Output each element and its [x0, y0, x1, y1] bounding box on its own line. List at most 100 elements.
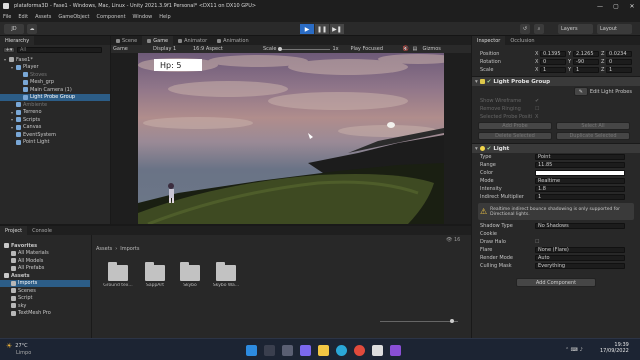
tab-console[interactable]: Console: [27, 226, 57, 235]
hierarchy-item[interactable]: Point Light: [0, 139, 110, 147]
tab-animator[interactable]: Animator: [173, 36, 212, 45]
history-icon[interactable]: ↺: [520, 24, 530, 34]
edge-icon[interactable]: [336, 345, 347, 356]
display-dropdown[interactable]: Display 1: [153, 46, 191, 52]
position-z-field[interactable]: 0.0234: [606, 51, 632, 57]
light-property-field[interactable]: 1.8: [535, 186, 625, 192]
hierarchy-item[interactable]: EventSystem: [0, 131, 110, 139]
tab-project[interactable]: Project: [0, 226, 28, 235]
scale-x-field[interactable]: 1: [540, 67, 566, 73]
shadow-type-dropdown[interactable]: No Shadows: [535, 223, 625, 229]
hierarchy-item[interactable]: Mesh_grp: [0, 79, 110, 87]
weather-widget[interactable]: ☀ 27°C Limpo: [6, 342, 31, 356]
light-property-field[interactable]: Point: [535, 154, 625, 160]
light-header[interactable]: ▾ ✔ Light: [472, 143, 640, 153]
enabled-checkbox[interactable]: ✔: [487, 79, 492, 85]
menu-gameobject[interactable]: GameObject: [58, 14, 89, 20]
show-wireframe-checkbox[interactable]: ✔: [535, 98, 539, 104]
render-mode-dropdown[interactable]: Auto: [535, 255, 625, 261]
game-mode-dropdown[interactable]: Game: [113, 46, 151, 52]
project-sidebar-item[interactable]: Script: [0, 295, 90, 303]
rotation-z-field[interactable]: 0: [606, 59, 632, 65]
foldout-arrow-icon[interactable]: ▾: [475, 146, 478, 152]
flare-field[interactable]: None (Flare): [535, 247, 625, 253]
aspect-dropdown[interactable]: 16:9 Aspect: [193, 46, 261, 52]
icon-size-slider-knob[interactable]: [450, 319, 454, 323]
folder-skybo[interactable]: Skybo: [174, 262, 206, 288]
hierarchy-item[interactable]: Stoves: [0, 71, 110, 79]
layers-dropdown[interactable]: Layers: [558, 24, 593, 34]
hierarchy-item[interactable]: ▾ Terreno: [0, 109, 110, 117]
clock[interactable]: 19:39 17/09/2022: [600, 342, 629, 354]
scale-slider[interactable]: [278, 46, 331, 51]
cloud-icon[interactable]: ☁: [27, 24, 37, 34]
hierarchy-item[interactable]: ▾ Fase1*: [0, 56, 110, 64]
culling-mask-dropdown[interactable]: Everything: [535, 263, 625, 269]
play-focused-dropdown[interactable]: Play Focused: [350, 46, 400, 52]
cookie-label[interactable]: Cookie: [480, 231, 535, 237]
hierarchy-item[interactable]: Light Probe Group: [0, 93, 110, 101]
mute-icon[interactable]: 🔇: [402, 46, 410, 52]
edit-probes-icon[interactable]: ✎: [573, 87, 588, 96]
menu-assets[interactable]: Assets: [35, 14, 51, 20]
system-tray-icons[interactable]: ⌃ ⌨ ♪: [565, 347, 583, 353]
pause-button[interactable]: ❚❚: [315, 24, 329, 34]
stats-icon[interactable]: ▤: [412, 46, 420, 52]
tab-game[interactable]: Game: [142, 36, 174, 45]
hierarchy-search-input[interactable]: All: [17, 46, 102, 53]
folder-ground-tex[interactable]: Ground tex...: [102, 262, 134, 288]
scale-z-field[interactable]: 1: [606, 67, 632, 73]
light-property-field[interactable]: 11.85: [535, 162, 625, 168]
menu-component[interactable]: Component: [97, 14, 126, 20]
project-sidebar-item[interactable]: All Prefabs: [0, 265, 90, 273]
position-x-field[interactable]: 0.1395: [540, 51, 566, 57]
tab-animation[interactable]: Animation: [212, 36, 254, 45]
menu-window[interactable]: Window: [133, 14, 153, 20]
eye-icon[interactable]: 👁: [446, 237, 452, 243]
folder-skybo-wa[interactable]: Skybo Wa...: [210, 262, 242, 288]
icon-size-slider[interactable]: [380, 319, 458, 323]
add-component-button[interactable]: Add Component: [516, 278, 596, 287]
light-property-field[interactable]: 1: [535, 194, 625, 200]
step-button[interactable]: ▶❚: [330, 24, 344, 34]
project-sidebar-item[interactable]: sky: [0, 302, 90, 310]
hierarchy-item[interactable]: ▾ Scripts: [0, 116, 110, 124]
task-view-icon[interactable]: [282, 345, 293, 356]
delete-selected-button[interactable]: Delete Selected: [478, 132, 552, 140]
light-property-field[interactable]: [535, 170, 625, 176]
light-property-field[interactable]: Realtime: [535, 178, 625, 184]
scale-y-field[interactable]: 1: [573, 67, 599, 73]
folder-sappart[interactable]: SappArt: [139, 262, 171, 288]
scale-slider-knob[interactable]: [278, 46, 283, 51]
project-sidebar-item[interactable]: Scenes: [0, 287, 90, 295]
hierarchy-item[interactable]: ▾ Canvas: [0, 124, 110, 132]
account-button[interactable]: JD: [4, 24, 24, 34]
tab-inspector[interactable]: Inspector: [472, 36, 506, 45]
duplicate-selected-button[interactable]: Duplicate Selected: [556, 132, 630, 140]
menu-help[interactable]: Help: [159, 14, 170, 20]
breadcrumb-assets[interactable]: Assets: [96, 246, 112, 252]
project-sidebar-item[interactable]: All Models: [0, 257, 90, 265]
unity-taskbar-icon[interactable]: [372, 345, 383, 356]
light-enabled-checkbox[interactable]: ✔: [487, 146, 492, 152]
project-sidebar-item[interactable]: Favorites: [0, 242, 90, 250]
foldout-arrow-icon[interactable]: ▾: [475, 79, 478, 85]
draw-halo-checkbox[interactable]: ☐: [535, 239, 539, 245]
visual-studio-icon[interactable]: [390, 345, 401, 356]
search-taskbar-icon[interactable]: [264, 345, 275, 356]
gizmos-dropdown[interactable]: Gizmos: [422, 46, 440, 52]
close-button[interactable]: ✕: [624, 0, 640, 12]
chrome-icon[interactable]: [354, 345, 365, 356]
teams-icon[interactable]: [300, 345, 311, 356]
project-sidebar-item[interactable]: Assets: [0, 272, 90, 280]
rotation-y-field[interactable]: -90: [573, 59, 599, 65]
add-object-button[interactable]: +▾: [3, 46, 15, 53]
maximize-button[interactable]: ▢: [608, 0, 624, 12]
light-probe-group-header[interactable]: ▾ ✔ Light Probe Group: [472, 76, 640, 86]
rotation-x-field[interactable]: 0: [540, 59, 566, 65]
remove-ringing-checkbox[interactable]: ☐: [535, 106, 539, 112]
search-icon[interactable]: ⌕: [534, 24, 544, 34]
project-sidebar-item[interactable]: All Materials: [0, 250, 90, 258]
play-button[interactable]: ▶: [300, 24, 314, 34]
tab-occlusion[interactable]: Occlusion: [505, 36, 539, 45]
